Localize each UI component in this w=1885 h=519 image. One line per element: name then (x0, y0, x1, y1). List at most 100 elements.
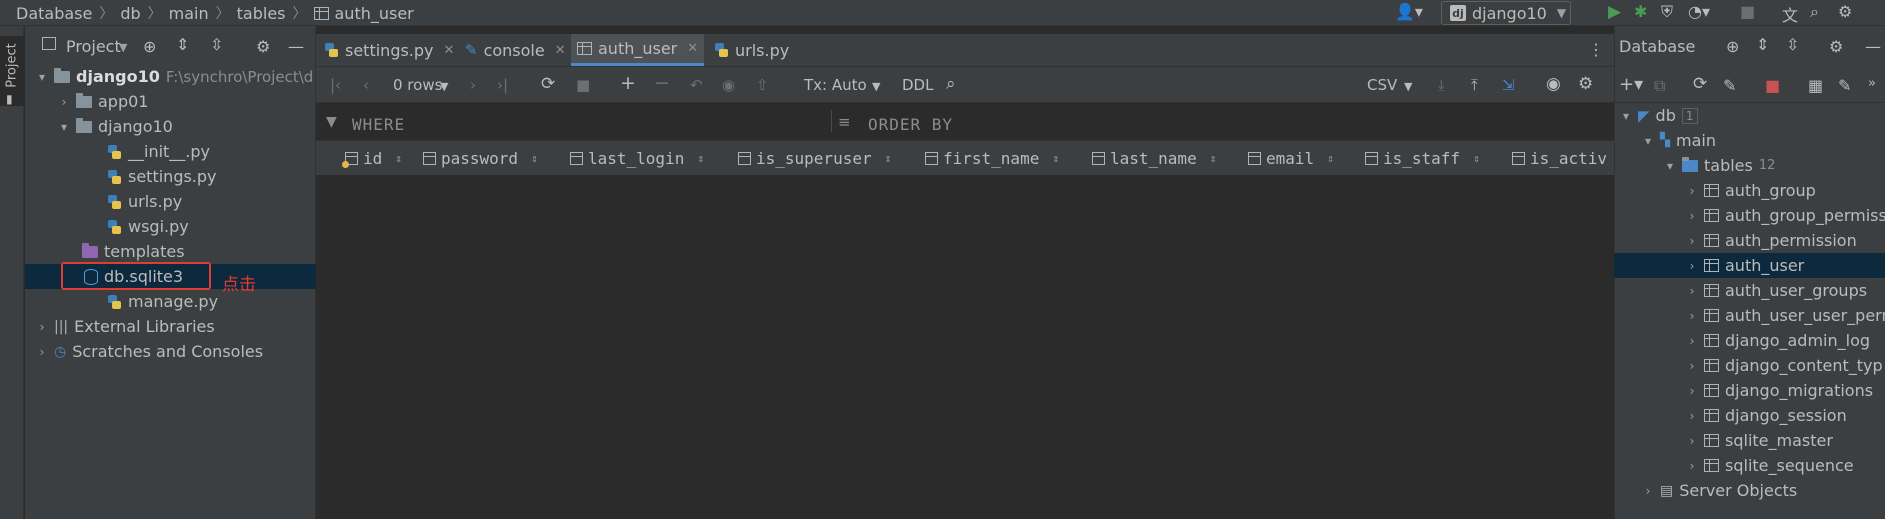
sort-icon[interactable]: ⇕ (1210, 152, 1217, 165)
close-icon[interactable]: ✕ (687, 41, 698, 56)
add-row-icon[interactable]: + (620, 72, 636, 94)
disconnect-icon[interactable]: ■ (1765, 76, 1780, 95)
tree-item-init-py[interactable]: __init__.py (107, 139, 210, 164)
tree-item-table[interactable]: › auth_user_user_perm (1686, 303, 1885, 328)
last-page-icon[interactable]: ›| (497, 76, 508, 94)
tree-item-manage-py[interactable]: manage.py (107, 289, 218, 314)
tree-item-table[interactable]: › django_session (1686, 403, 1847, 428)
tab-settings-py[interactable]: settings.py ✕ (318, 34, 460, 66)
gear-icon[interactable]: ⚙ (1829, 37, 1843, 56)
preview-icon[interactable]: ◉ (722, 76, 735, 94)
tree-item-table-auth-user[interactable]: › auth_user (1686, 253, 1805, 278)
tree-item-server-objects[interactable]: › ▤ Server Objects (1642, 478, 1798, 503)
debug-icon[interactable]: ✱ (1634, 2, 1647, 21)
chevron-down-icon[interactable]: ▼ (1404, 80, 1412, 93)
search-icon[interactable]: ⌕ (1810, 2, 1819, 22)
tab-console[interactable]: ✎ console ✕ (459, 34, 572, 66)
close-icon[interactable]: ✕ (555, 43, 566, 58)
sort-icon[interactable]: ⇕ (1052, 152, 1059, 165)
tree-item-table[interactable]: › sqlite_sequence (1686, 453, 1854, 478)
tree-item-table[interactable]: › auth_group_permiss (1686, 203, 1885, 228)
tree-item-table[interactable]: › django_migrations (1686, 378, 1873, 403)
locate-icon[interactable]: ⊕ (1726, 37, 1739, 56)
tree-item-wsgi-py[interactable]: wsgi.py (107, 214, 189, 239)
tree-item-app01[interactable]: › app01 (58, 89, 149, 114)
next-page-icon[interactable]: › (470, 76, 476, 94)
add-icon[interactable]: +▾ (1619, 74, 1643, 95)
project-view-selector[interactable]: Project (66, 37, 121, 56)
breadcrumb-item-db[interactable]: db (120, 4, 140, 23)
sort-icon[interactable]: ⇕ (395, 152, 402, 165)
sort-icon[interactable]: ⇕ (1473, 152, 1480, 165)
chevron-down-icon[interactable]: ▼ (440, 80, 448, 93)
chevron-down-icon[interactable]: ▼ (119, 41, 127, 54)
data-grid-body[interactable] (316, 177, 1614, 519)
tree-item-db[interactable]: ▾ ◤ db 1 (1620, 103, 1698, 128)
cancel-icon[interactable]: ■ (576, 76, 590, 94)
expand-all-icon[interactable]: ⇕ (1756, 35, 1769, 54)
tree-item-django10-root[interactable]: ▾ django10 F:\synchro\Project\d (36, 64, 313, 89)
tree-item-table[interactable]: › django_content_typ (1686, 353, 1883, 378)
minimize-icon[interactable]: — (1865, 37, 1881, 56)
collapse-all-icon[interactable]: ⇳ (210, 35, 223, 54)
tree-item-scratches[interactable]: › ◷ Scratches and Consoles (36, 339, 263, 364)
tree-item-table[interactable]: › sqlite_master (1686, 428, 1833, 453)
coverage-icon[interactable]: ⛨ (1661, 2, 1673, 22)
properties-icon[interactable]: ✎ (1723, 76, 1736, 95)
sort-icon[interactable]: ⇕ (885, 152, 892, 165)
previous-page-icon[interactable]: ‹ (363, 76, 369, 94)
submit-icon[interactable]: ⇧ (756, 76, 769, 94)
tab-urls-py[interactable]: urls.py (708, 34, 795, 66)
column-header-is-active[interactable]: is_activ (1512, 149, 1607, 168)
collapse-all-icon[interactable]: ⇳ (1786, 35, 1799, 54)
column-header-last-login[interactable]: last_login ⇕ (570, 149, 704, 168)
tree-item-table[interactable]: › auth_user_groups (1686, 278, 1867, 303)
locate-icon[interactable]: ⊕ (143, 37, 156, 56)
profile-icon[interactable]: ◔▾ (1688, 2, 1710, 21)
tree-item-django10[interactable]: ▾ django10 (58, 114, 173, 139)
transaction-mode-select[interactable]: Tx: Auto (804, 76, 867, 94)
column-header-password[interactable]: password ⇕ (423, 149, 538, 168)
column-header-last-name[interactable]: last_name ⇕ (1092, 149, 1216, 168)
breadcrumb-item-main[interactable]: main (169, 4, 209, 23)
chevron-down-icon[interactable]: ▼ (872, 80, 880, 93)
column-header-is-staff[interactable]: is_staff ⇕ (1365, 149, 1480, 168)
expand-all-icon[interactable]: ⇕ (176, 35, 189, 54)
run-icon[interactable]: ▶ (1608, 2, 1621, 22)
sort-icon[interactable]: ⇕ (1327, 152, 1334, 165)
translate-icon[interactable]: 文 (1782, 2, 1798, 26)
tree-item-table[interactable]: › auth_permission (1686, 228, 1857, 253)
column-header-is-superuser[interactable]: is_superuser ⇕ (738, 149, 891, 168)
tree-item-urls-py[interactable]: urls.py (107, 189, 182, 214)
breadcrumb-item-database[interactable]: Database (16, 4, 92, 23)
minimize-icon[interactable]: — (288, 37, 304, 56)
export-format-select[interactable]: CSV (1367, 76, 1397, 94)
tree-item-tables[interactable]: ▾ tables 12 (1664, 153, 1775, 178)
sort-icon[interactable]: ⇕ (531, 152, 538, 165)
refresh-icon[interactable]: ⟳ (1693, 74, 1707, 94)
compare-icon[interactable]: ⇲ (1502, 76, 1515, 94)
tree-item-external-libraries[interactable]: › ||| External Libraries (36, 314, 215, 339)
first-page-icon[interactable]: |‹ (330, 76, 341, 94)
settings-icon[interactable]: ⚙ (1578, 74, 1593, 94)
copy-icon[interactable]: ⧉ (1654, 76, 1665, 96)
settings-gear-icon[interactable]: ⚙ (1838, 2, 1852, 21)
tree-item-templates[interactable]: templates (82, 239, 185, 264)
rows-count-select[interactable]: 0 rows (393, 76, 442, 94)
more-icon[interactable]: » (1868, 76, 1876, 91)
view-icon[interactable]: ◉ (1546, 74, 1561, 94)
order-by-input[interactable]: ORDER BY (868, 115, 953, 134)
run-configuration-select[interactable]: dj django10 ▼ (1441, 1, 1571, 25)
table-editor-icon[interactable]: ▦ (1808, 76, 1823, 95)
column-header-first-name[interactable]: first_name ⇕ (925, 149, 1059, 168)
column-header-email[interactable]: email ⇕ (1248, 149, 1334, 168)
gear-icon[interactable]: ⚙ (256, 37, 270, 56)
upload-icon[interactable]: ⤒ (1471, 76, 1478, 94)
column-header-id[interactable]: id ⇕ (342, 149, 402, 168)
revert-icon[interactable]: ↶ (690, 76, 703, 94)
refresh-icon[interactable]: ⟳ (541, 74, 555, 94)
tab-auth-user[interactable]: auth_user ✕ (571, 34, 705, 66)
tree-item-settings-py[interactable]: settings.py (107, 164, 217, 189)
tree-item-table[interactable]: › auth_group (1686, 178, 1816, 203)
stop-icon[interactable]: ■ (1740, 2, 1755, 21)
